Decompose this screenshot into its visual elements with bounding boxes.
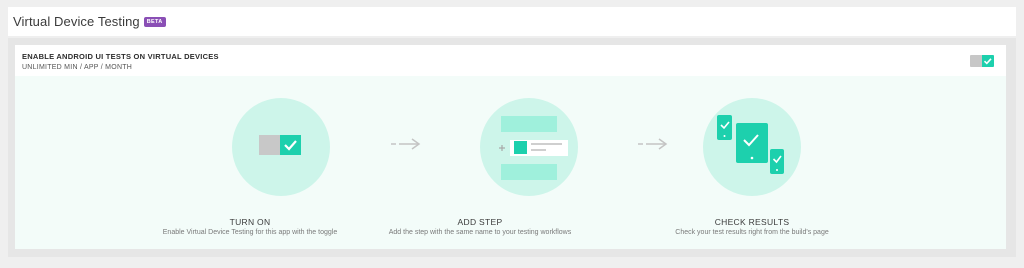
enable-toggle[interactable] — [970, 55, 994, 67]
arrow-right-icon — [391, 138, 421, 150]
step-title: TURN ON — [229, 217, 271, 227]
feature-subtitle: UNLIMITED MIN / APP / MONTH — [22, 64, 133, 71]
header-bar: Virtual Device Testing BETA — [8, 7, 1016, 36]
feature-card: ENABLE ANDROID UI TESTS ON VIRTUAL DEVIC… — [15, 45, 1006, 249]
step-circle — [232, 98, 330, 196]
devices-illustration-icon — [717, 115, 784, 174]
step-description: Enable Virtual Device Testing for this a… — [162, 229, 338, 236]
step-circle — [480, 98, 578, 196]
step-circle — [703, 98, 801, 196]
feature-card-header: ENABLE ANDROID UI TESTS ON VIRTUAL DEVIC… — [15, 45, 1006, 76]
step-description: Check your test results right from the b… — [675, 229, 829, 236]
toggle-illustration-icon — [259, 135, 301, 155]
step-title: ADD STEP — [457, 217, 503, 227]
feature-section: ENABLE ANDROID UI TESTS ON VIRTUAL DEVIC… — [8, 38, 1016, 257]
add-step-illustration-icon — [499, 116, 568, 180]
step-description: Add the step with the same name to your … — [388, 229, 572, 236]
arrow-right-icon — [638, 138, 668, 150]
checkmark-icon — [983, 58, 992, 65]
page-title: Virtual Device Testing — [13, 14, 140, 29]
beta-badge: BETA — [143, 16, 166, 27]
feature-title: ENABLE ANDROID UI TESTS ON VIRTUAL DEVIC… — [22, 52, 219, 61]
step-title: CHECK RESULTS — [714, 217, 790, 227]
